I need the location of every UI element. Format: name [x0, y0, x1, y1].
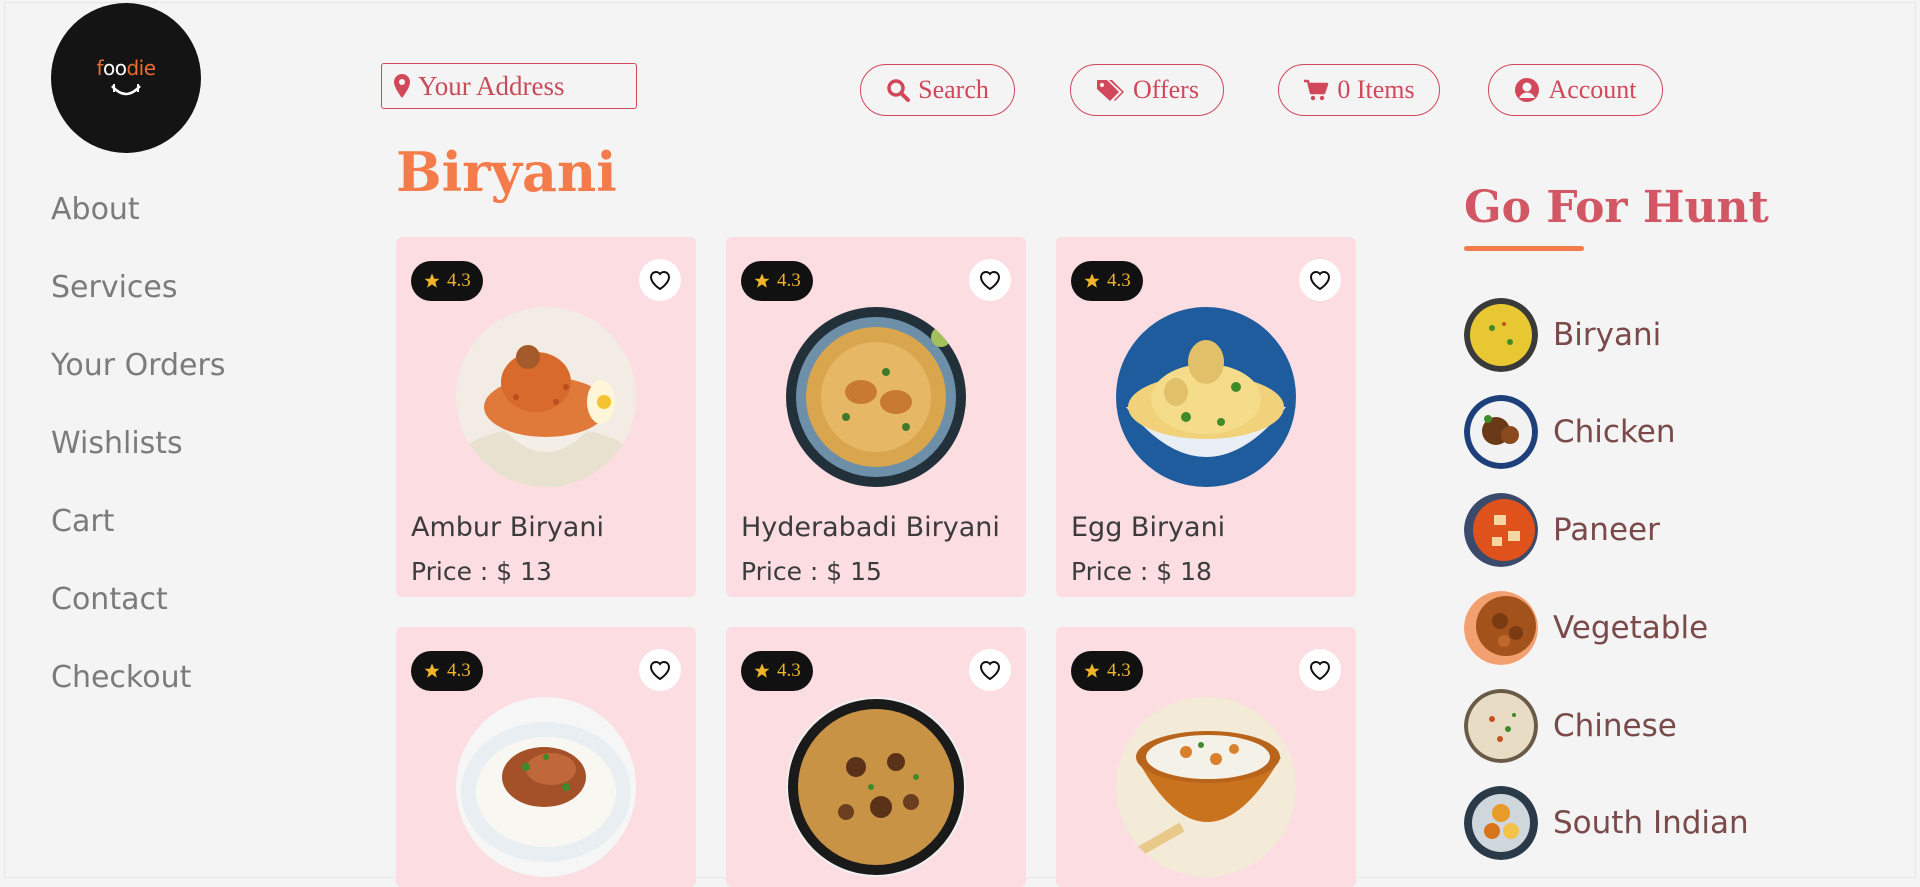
- food-card[interactable]: 4.3: [1056, 627, 1356, 887]
- star-icon: [754, 663, 770, 678]
- food-image: [456, 307, 636, 487]
- address-field[interactable]: [381, 63, 637, 109]
- category-item-paneer[interactable]: Paneer: [1464, 493, 1660, 567]
- category-label: Paneer: [1553, 512, 1660, 548]
- star-icon: [754, 273, 770, 288]
- food-image: [1116, 697, 1296, 877]
- tags-icon: [1097, 80, 1125, 101]
- search-button-label: Search: [918, 75, 989, 104]
- food-card[interactable]: 4.3: [396, 627, 696, 887]
- rating-value: 4.3: [1107, 660, 1131, 681]
- cart-icon: [1304, 79, 1329, 101]
- wishlist-heart-button[interactable]: [1299, 649, 1341, 691]
- category-image: [1464, 591, 1538, 665]
- logo-wordmark: foodie: [96, 56, 156, 80]
- star-icon: [1084, 663, 1100, 678]
- sidebar-item-checkout[interactable]: Checkout: [51, 655, 225, 733]
- heart-icon: [1309, 661, 1331, 681]
- food-price: Price : $ 18: [1071, 557, 1212, 586]
- category-label: South Indian: [1553, 805, 1749, 841]
- category-item-biryani[interactable]: Biryani: [1464, 298, 1661, 372]
- rating-value: 4.3: [777, 660, 801, 681]
- sidebar-item-your-orders[interactable]: Your Orders: [51, 343, 225, 421]
- food-name: Hyderabadi Biryani: [741, 512, 1000, 543]
- category-label: Chinese: [1553, 708, 1677, 744]
- sidebar-item-about[interactable]: About: [51, 187, 225, 265]
- wishlist-heart-button[interactable]: [1299, 259, 1341, 301]
- category-item-south-indian[interactable]: South Indian: [1464, 786, 1749, 860]
- category-label: Vegetable: [1553, 610, 1709, 646]
- search-button[interactable]: Search: [860, 64, 1015, 116]
- offers-button[interactable]: Offers: [1070, 64, 1224, 116]
- map-pin-icon: [394, 74, 410, 98]
- title-underline: [1464, 246, 1584, 251]
- heart-icon: [649, 661, 671, 681]
- cart-button[interactable]: 0 Items: [1278, 64, 1440, 116]
- food-image: [786, 697, 966, 877]
- food-price: Price : $ 13: [411, 557, 552, 586]
- category-image: [1464, 786, 1538, 860]
- rating-badge: 4.3: [741, 261, 813, 301]
- rating-value: 4.3: [1107, 270, 1131, 291]
- food-card[interactable]: 4.3: [726, 627, 1026, 887]
- sidebar-item-cart[interactable]: Cart: [51, 499, 225, 577]
- user-circle-icon: [1515, 78, 1540, 102]
- star-icon: [424, 663, 440, 678]
- foodie-logo[interactable]: foodie: [51, 3, 201, 153]
- cart-button-label: 0 Items: [1337, 75, 1415, 104]
- rating-badge: 4.3: [1071, 261, 1143, 301]
- rating-value: 4.3: [777, 270, 801, 291]
- category-label: Biryani: [1553, 317, 1662, 353]
- rating-value: 4.3: [447, 270, 471, 291]
- star-icon: [424, 273, 440, 288]
- rating-badge: 4.3: [1071, 651, 1143, 691]
- sidebar-item-services[interactable]: Services: [51, 265, 225, 343]
- category-panel-title: Go For Hunt: [1464, 182, 1769, 233]
- category-item-chinese[interactable]: Chinese: [1464, 689, 1677, 763]
- wishlist-heart-button[interactable]: [969, 259, 1011, 301]
- sidebar-item-wishlists[interactable]: Wishlists: [51, 421, 225, 499]
- category-image: [1464, 689, 1538, 763]
- star-icon: [1084, 273, 1100, 288]
- page-title: Biryani: [396, 140, 617, 204]
- heart-icon: [979, 661, 1001, 681]
- category-image: [1464, 493, 1538, 567]
- wishlist-heart-button[interactable]: [969, 649, 1011, 691]
- smile-icon: [111, 84, 141, 96]
- food-card-ambur-biryani[interactable]: 4.3 Ambur Biryani Price : $ 13: [396, 237, 696, 597]
- search-icon: [887, 79, 911, 102]
- category-image: [1464, 395, 1538, 469]
- food-name: Ambur Biryani: [411, 512, 604, 543]
- food-card-hyderabadi-biryani[interactable]: 4.3 Hyderabadi Biryani Price : $ 15: [726, 237, 1026, 597]
- wishlist-heart-button[interactable]: [639, 649, 681, 691]
- address-input[interactable]: [418, 70, 618, 102]
- heart-icon: [979, 271, 1001, 291]
- category-image: [1464, 298, 1538, 372]
- heart-icon: [1309, 271, 1331, 291]
- sidebar-nav: About Services Your Orders Wishlists Car…: [51, 187, 225, 733]
- category-item-chicken[interactable]: Chicken: [1464, 395, 1676, 469]
- sidebar-item-contact[interactable]: Contact: [51, 577, 225, 655]
- rating-badge: 4.3: [411, 261, 483, 301]
- account-button-label: Account: [1548, 75, 1637, 104]
- food-card-egg-biryani[interactable]: 4.3 Egg Biryani Price : $ 18: [1056, 237, 1356, 597]
- offers-button-label: Offers: [1133, 75, 1199, 104]
- heart-icon: [649, 271, 671, 291]
- category-item-vegetable[interactable]: Vegetable: [1464, 591, 1708, 665]
- food-image: [786, 307, 966, 487]
- rating-badge: 4.3: [741, 651, 813, 691]
- account-button[interactable]: Account: [1488, 64, 1663, 116]
- rating-value: 4.3: [447, 660, 471, 681]
- food-image: [1116, 307, 1296, 487]
- food-image: [456, 697, 636, 877]
- rating-badge: 4.3: [411, 651, 483, 691]
- food-price: Price : $ 15: [741, 557, 882, 586]
- food-name: Egg Biryani: [1071, 512, 1226, 543]
- wishlist-heart-button[interactable]: [639, 259, 681, 301]
- category-label: Chicken: [1553, 414, 1676, 450]
